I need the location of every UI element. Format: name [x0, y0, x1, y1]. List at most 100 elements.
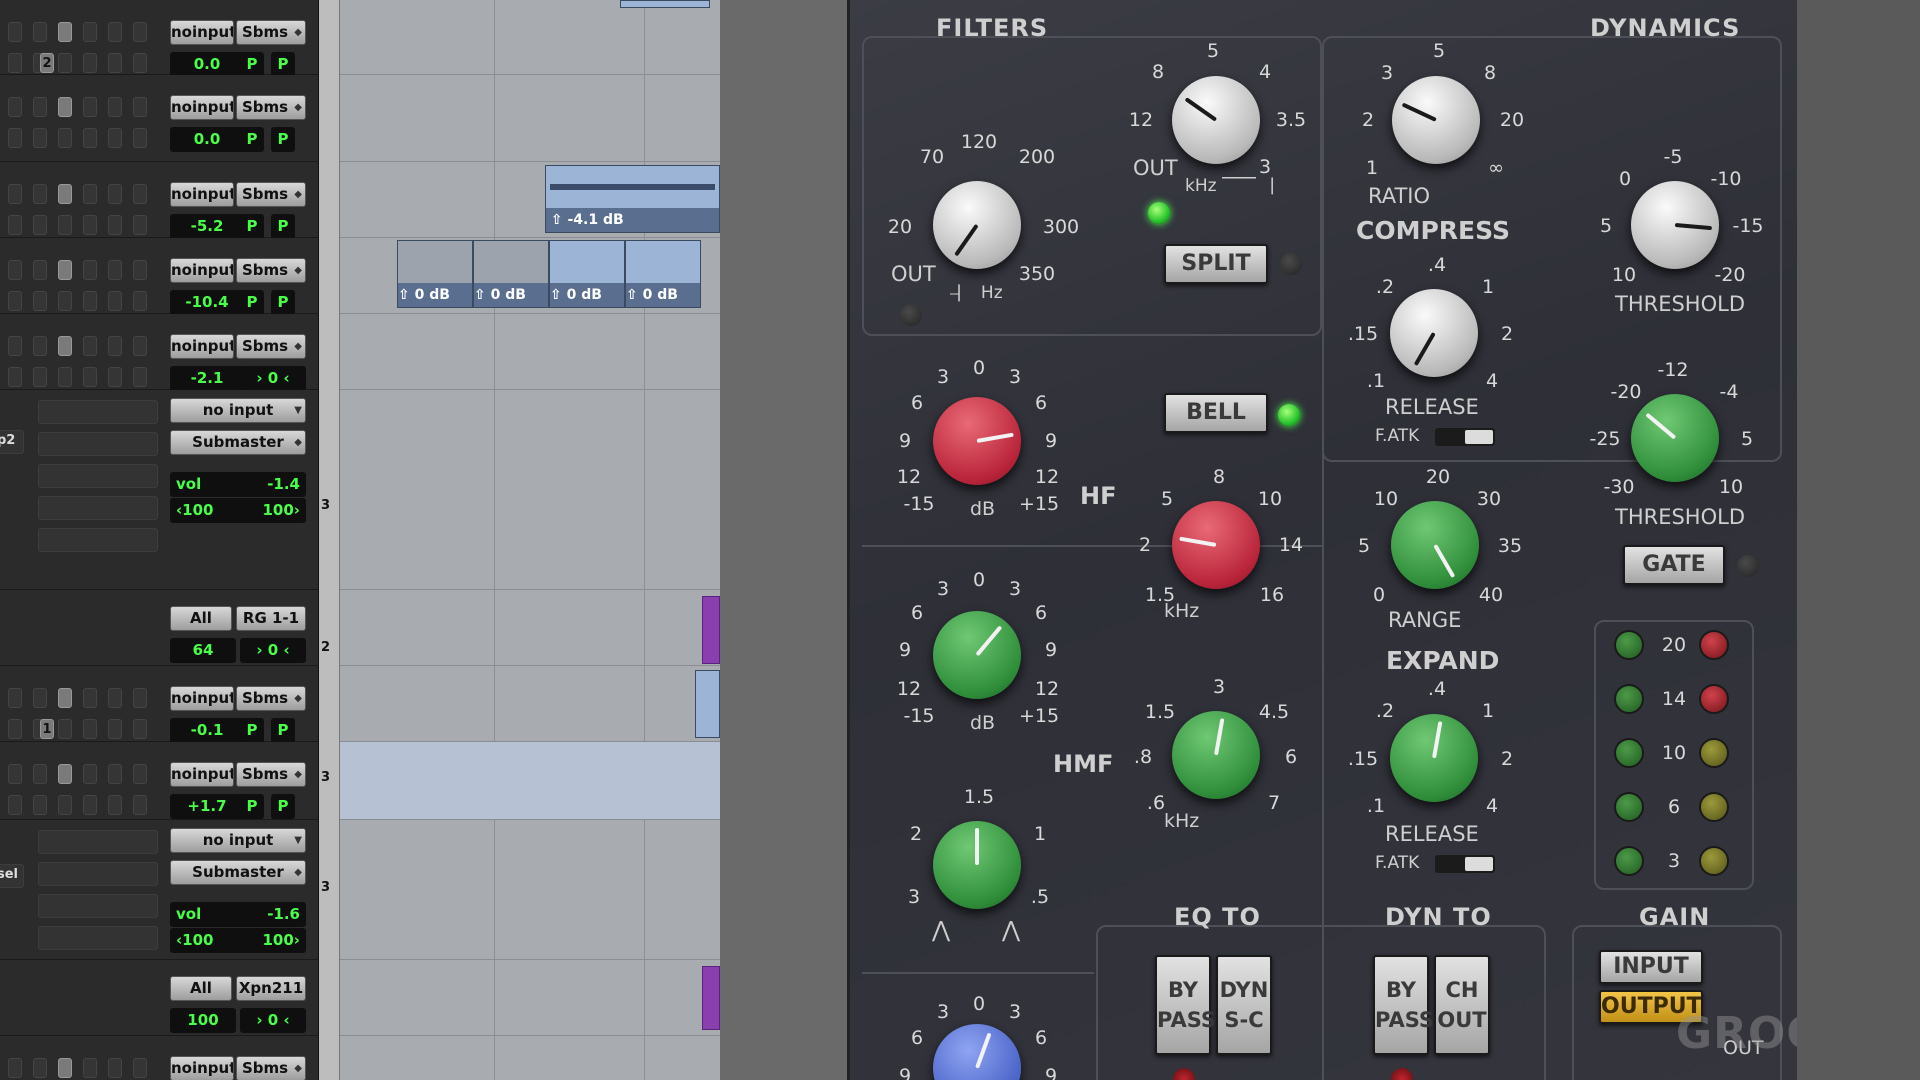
track-control-button[interactable]: [33, 184, 47, 204]
track-control-button[interactable]: [8, 53, 22, 73]
exp-release-knob[interactable]: [1390, 714, 1478, 802]
track-control-button[interactable]: [83, 215, 97, 235]
pan-left-readout[interactable]: P: [240, 214, 264, 239]
track-control-button[interactable]: [33, 795, 47, 815]
track-control-button[interactable]: [108, 260, 122, 280]
track-control-button[interactable]: [133, 688, 147, 708]
insert-slot[interactable]: [38, 496, 158, 520]
split-button[interactable]: SPLIT: [1164, 244, 1268, 284]
insert-slot[interactable]: [38, 528, 158, 552]
audio-clip[interactable]: [695, 670, 720, 738]
dyn-to-ch-out-button[interactable]: CH OUT: [1434, 955, 1490, 1055]
track-control-button[interactable]: [83, 128, 97, 148]
track-control-button[interactable]: [58, 764, 72, 784]
pan-left-readout[interactable]: P: [240, 718, 264, 743]
track-control-button[interactable]: [58, 184, 72, 204]
track-control-button[interactable]: [8, 1058, 22, 1078]
track-control-button[interactable]: [58, 53, 72, 73]
pan-right-readout[interactable]: P: [271, 127, 295, 152]
volume-readout[interactable]: +1.7: [170, 794, 244, 819]
track-control-button[interactable]: [8, 367, 22, 387]
track-control-button[interactable]: [108, 22, 122, 42]
track-control-button[interactable]: [83, 260, 97, 280]
input-selector[interactable]: noinput: [170, 1056, 234, 1080]
track-control-button[interactable]: [58, 260, 72, 280]
track-control-button[interactable]: [108, 336, 122, 356]
track-control-button[interactable]: [133, 719, 147, 739]
hmf-q-knob[interactable]: [933, 821, 1021, 909]
comp-threshold-knob[interactable]: [1631, 181, 1719, 269]
pan-left-readout[interactable]: P: [240, 794, 264, 819]
track-control-button[interactable]: [133, 22, 147, 42]
track-control-button[interactable]: [108, 291, 122, 311]
track-control-button[interactable]: [33, 128, 47, 148]
pan-readout[interactable]: ‹100 100›: [170, 928, 306, 953]
gain-input-button[interactable]: INPUT: [1599, 950, 1703, 984]
eq-to-dyn-sc-button[interactable]: DYN S-C: [1216, 955, 1272, 1055]
input-selector[interactable]: noinput: [170, 258, 234, 283]
track-control-button[interactable]: [133, 260, 147, 280]
track-name-tab[interactable]: p2: [0, 430, 24, 454]
track-control-button[interactable]: [108, 184, 122, 204]
track-control-button[interactable]: [133, 97, 147, 117]
audio-clip[interactable]: ⇧ 0 dB: [397, 240, 473, 308]
track-control-button[interactable]: [8, 336, 22, 356]
input-selector[interactable]: noinput: [170, 334, 234, 359]
audio-clip[interactable]: ⇧ 0 dB: [473, 240, 549, 308]
velocity-readout[interactable]: 100: [170, 1008, 236, 1033]
pan-right-readout[interactable]: P: [271, 718, 295, 743]
track-control-button[interactable]: [8, 764, 22, 784]
hmf-frequency-knob[interactable]: [1172, 711, 1260, 799]
audio-clip[interactable]: [620, 0, 710, 8]
track-control-button[interactable]: [58, 1058, 72, 1078]
insert-slot[interactable]: [38, 432, 158, 456]
track-control-button[interactable]: [83, 1058, 97, 1078]
track-control-button[interactable]: [83, 795, 97, 815]
track-name-tab[interactable]: sel: [0, 864, 24, 888]
range-knob[interactable]: [1391, 501, 1479, 589]
insert-slot[interactable]: [38, 464, 158, 488]
track-control-button[interactable]: [58, 795, 72, 815]
track-control-button[interactable]: [8, 22, 22, 42]
track-control-button[interactable]: [83, 719, 97, 739]
track-control-button[interactable]: [58, 367, 72, 387]
track-control-button[interactable]: [8, 795, 22, 815]
comp-release-knob[interactable]: [1390, 289, 1478, 377]
track-control-button[interactable]: [133, 53, 147, 73]
velocity-readout[interactable]: 64: [170, 638, 236, 663]
audio-clip[interactable]: ⇧ -4.1 dB: [545, 165, 720, 233]
input-selector[interactable]: noinput: [170, 20, 234, 45]
track-control-button[interactable]: [83, 688, 97, 708]
track-control-button[interactable]: [58, 291, 72, 311]
audio-clip[interactable]: ⇧ 0 dB: [549, 240, 625, 308]
track-control-button[interactable]: [133, 215, 147, 235]
audio-clip[interactable]: ⇧ 0 dB: [625, 240, 701, 308]
output-bus-selector[interactable]: Sbms ◆: [236, 20, 306, 45]
pan-readout[interactable]: ‹100 100›: [170, 498, 306, 523]
insert-slot[interactable]: [38, 400, 158, 424]
midi-clip[interactable]: [702, 966, 720, 1030]
track-control-button[interactable]: [8, 184, 22, 204]
pan-left-readout[interactable]: P: [240, 127, 264, 152]
input-selector[interactable]: noinput: [170, 182, 234, 207]
input-selector[interactable]: noinput: [170, 95, 234, 120]
track-control-button[interactable]: [58, 719, 72, 739]
input-selector[interactable]: noinput: [170, 762, 234, 787]
track-control-button[interactable]: [108, 795, 122, 815]
track-control-button[interactable]: [83, 336, 97, 356]
hmf-gain-knob[interactable]: [933, 611, 1021, 699]
output-bus-selector[interactable]: Sbms ◆: [236, 182, 306, 207]
track-control-button[interactable]: [8, 719, 22, 739]
track-control-button[interactable]: [33, 97, 47, 117]
input-selector[interactable]: no input ▼: [170, 398, 306, 423]
insert-slot[interactable]: [38, 926, 158, 950]
track-control-button[interactable]: [33, 688, 47, 708]
track-control-button[interactable]: [133, 1058, 147, 1078]
insert-slot[interactable]: [38, 862, 158, 886]
track-control-button[interactable]: [33, 260, 47, 280]
insert-slot[interactable]: [38, 830, 158, 854]
track-control-button[interactable]: [108, 97, 122, 117]
ratio-knob[interactable]: [1392, 76, 1480, 164]
track-control-button[interactable]: [33, 1058, 47, 1078]
track-control-button[interactable]: [8, 128, 22, 148]
